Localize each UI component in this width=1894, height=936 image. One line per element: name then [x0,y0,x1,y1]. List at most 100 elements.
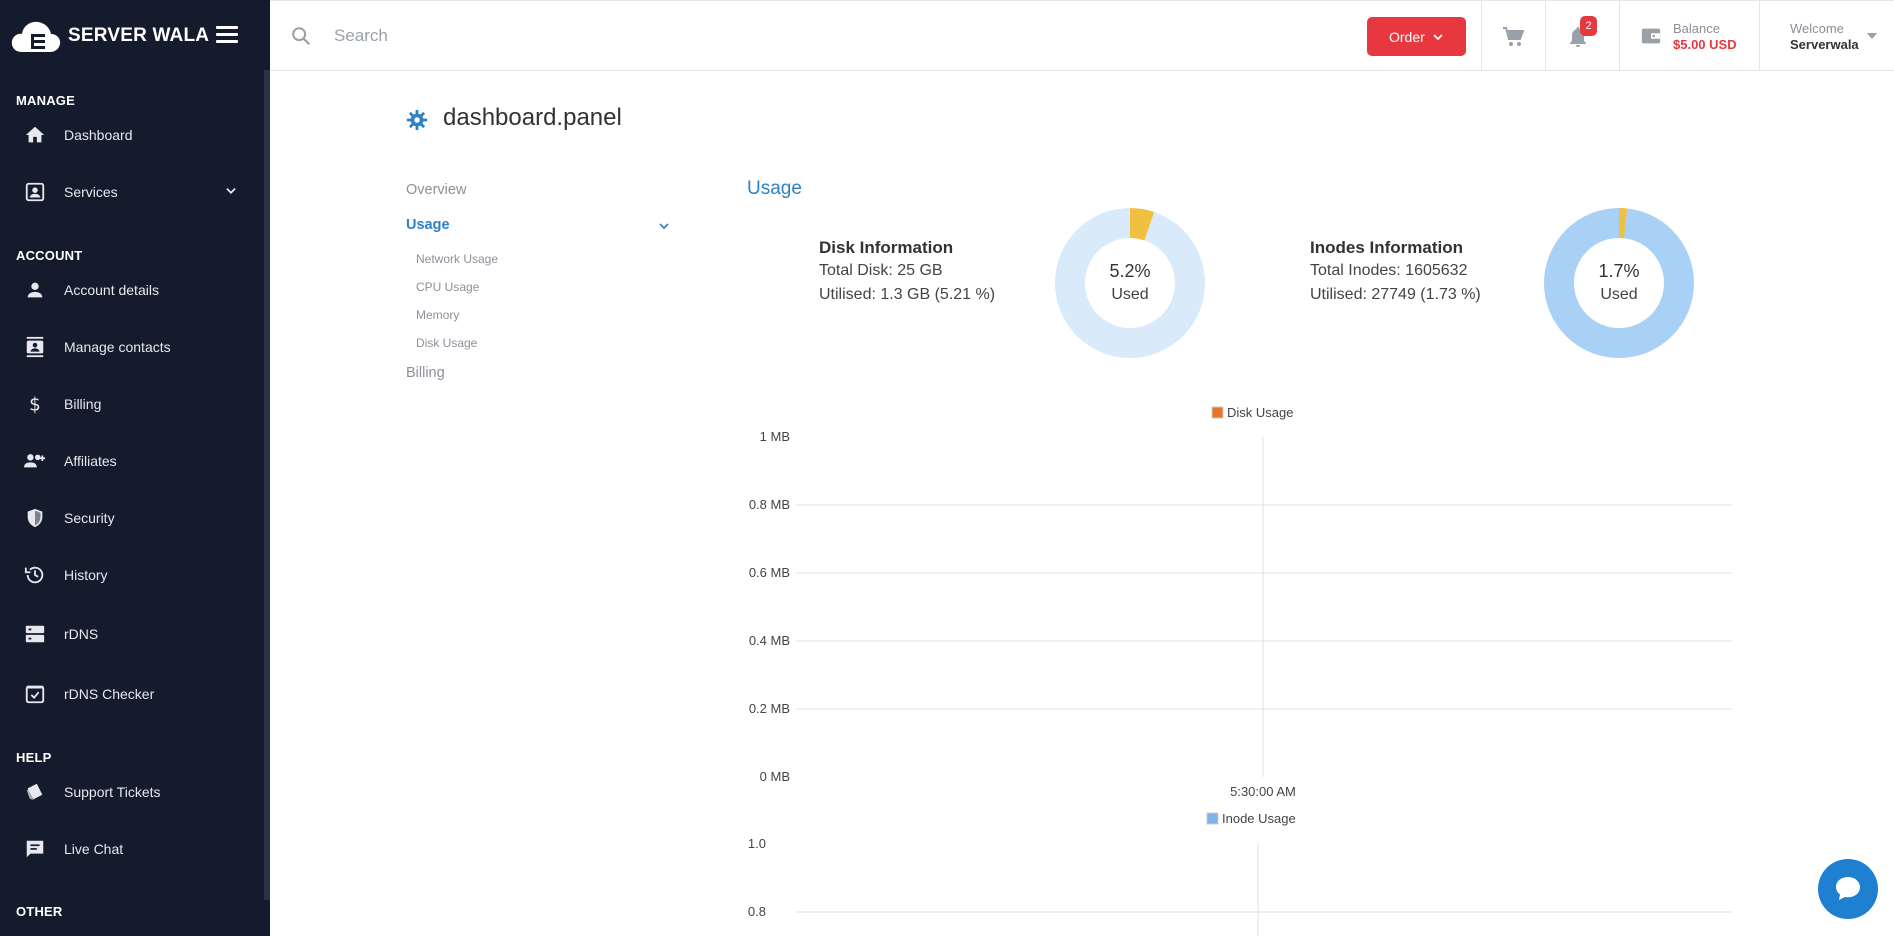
page-title: dashboard.panel [443,104,622,131]
section-title-other: OTHER [16,904,63,919]
sidebar-item-support-tickets[interactable]: Support Tickets [0,772,264,812]
topbar-divider [1545,1,1546,71]
sidebar-item-services[interactable]: Services [0,172,264,212]
y-tick-label: 0.8 [748,904,766,919]
sidebar-item-dashboard[interactable]: Dashboard [0,115,264,155]
y-tick-label: 0.6 MB [749,565,790,580]
sidebar-item-label: History [64,567,108,583]
section-title-manage: MANAGE [16,93,75,108]
welcome-label: Welcome [1790,21,1844,36]
disk-total: Total Disk: 25 GB [819,262,943,279]
y-tick-label: 0.2 MB [749,701,790,716]
caret-down-icon[interactable] [1866,31,1878,41]
disk-used-percent: 5.2% [1109,261,1151,281]
sidebar-item-label: Manage contacts [64,339,171,355]
sidebar-item-rdns[interactable]: rDNS [0,614,264,654]
sidebar-scrollbar[interactable] [264,70,270,900]
section-title-help: HELP [16,750,52,765]
subnav-disk-usage[interactable]: Disk Usage [416,336,477,350]
x-tick-label: 5:30:00 AM [1230,784,1296,799]
sidebar-item-label: rDNS Checker [64,686,155,702]
chat-icon [22,836,48,862]
y-tick-label: 0.4 MB [749,633,790,648]
y-tick-label: 0 MB [760,769,790,784]
sidebar-item-label: Security [64,510,115,526]
subnav-memory[interactable]: Memory [416,308,459,322]
sidebar-item-account-details[interactable]: Account details [0,270,264,310]
chevron-down-icon[interactable] [224,184,238,198]
live-chat-button[interactable] [1818,859,1878,919]
gear-icon [406,109,428,131]
disk-donut-label: 5.2% Used [1080,261,1180,304]
top-bar: Order 2 Balance $5.00 USD Welcome Server… [270,0,1894,71]
search-icon[interactable] [290,25,312,47]
sidebar-item-label: Billing [64,396,102,412]
inode-used-percent: 1.7% [1598,261,1640,281]
legend-swatch-disk-usage [1211,406,1224,419]
sidebar-item-label: rDNS [64,626,99,642]
sidebar-item-history[interactable]: History [0,555,264,595]
brand-logo[interactable]: SERVER WALA [10,16,209,56]
brand-name: SERVER WALA [68,25,210,46]
balance-value[interactable]: $5.00 USD [1673,37,1737,52]
sidebar-item-label: Account details [64,282,159,298]
section-title-account: ACCOUNT [16,248,83,263]
svg-text:$: $ [29,394,41,415]
sidebar: SERVER WALA MANAGE Dashboard Services AC… [0,0,270,936]
inode-used-label: Used [1600,286,1638,303]
inodes-total: Total Inodes: 1605632 [1310,262,1468,279]
y-tick-label: 0.8 MB [749,497,790,512]
home-icon [22,122,48,148]
menu-toggle-icon[interactable] [216,26,238,46]
chevron-down-icon [1433,34,1443,41]
disk-info-title: Disk Information [819,238,954,257]
cloud-logo-icon [11,21,61,52]
shield-icon [22,505,48,531]
history-icon [22,562,48,588]
balance-label: Balance [1673,21,1720,36]
server-icon [22,621,48,647]
sidebar-item-label: Services [64,184,118,200]
y-tick-label: 1 MB [760,429,790,444]
wallet-icon [1641,28,1661,44]
sidebar-item-billing[interactable]: $ Billing [0,384,264,424]
disk-utilised: Utilised: 1.3 GB (5.21 %) [819,286,996,303]
subnav-billing[interactable]: Billing [406,365,445,381]
order-button-label: Order [1389,28,1425,45]
inodes-info-title: Inodes Information [1310,238,1463,257]
sidebar-item-live-chat[interactable]: Live Chat [0,829,264,869]
subnav-network-usage[interactable]: Network Usage [416,252,498,266]
legend-label-inode-usage: Inode Usage [1222,811,1296,826]
disk-used-label: Used [1111,286,1149,303]
legend-swatch-inode-usage [1206,812,1219,825]
subnav-cpu-usage[interactable]: CPU Usage [416,280,479,294]
subnav-overview[interactable]: Overview [406,182,466,198]
dollar-icon: $ [22,391,48,417]
cart-icon[interactable] [1502,25,1526,49]
sidebar-item-security[interactable]: Security [0,498,264,538]
sidebar-item-rdns-checker[interactable]: rDNS Checker [0,674,264,714]
sidebar-item-manage-contacts[interactable]: Manage contacts [0,327,264,367]
sidebar-item-affiliates[interactable]: Affiliates [0,441,264,481]
sidebar-item-label: Support Tickets [64,784,161,800]
services-icon [22,179,48,205]
usage-charts: Disk Usage 1 MB 0.8 MB 0.6 MB 0.4 MB 0.2 MB 0 … [748,405,1732,936]
sidebar-item-label: Affiliates [64,453,117,469]
topbar-divider [1481,1,1482,71]
sidebar-item-label: Dashboard [64,127,133,143]
topbar-divider [1619,1,1620,71]
chevron-down-icon[interactable] [658,220,670,232]
checkbox-icon [22,681,48,707]
topbar-divider [1759,1,1760,71]
chat-bubble-icon [1836,877,1860,900]
order-button[interactable]: Order [1367,17,1466,56]
search-input[interactable] [334,19,834,53]
user-name[interactable]: Serverwala [1790,37,1859,52]
contacts-icon [22,334,48,360]
subnav-usage[interactable]: Usage [406,217,450,233]
y-tick-label: 1.0 [748,836,766,851]
ticket-icon [22,779,48,805]
notification-badge: 2 [1580,16,1597,36]
legend-label-disk-usage: Disk Usage [1227,405,1293,420]
usage-heading: Usage [747,178,802,199]
